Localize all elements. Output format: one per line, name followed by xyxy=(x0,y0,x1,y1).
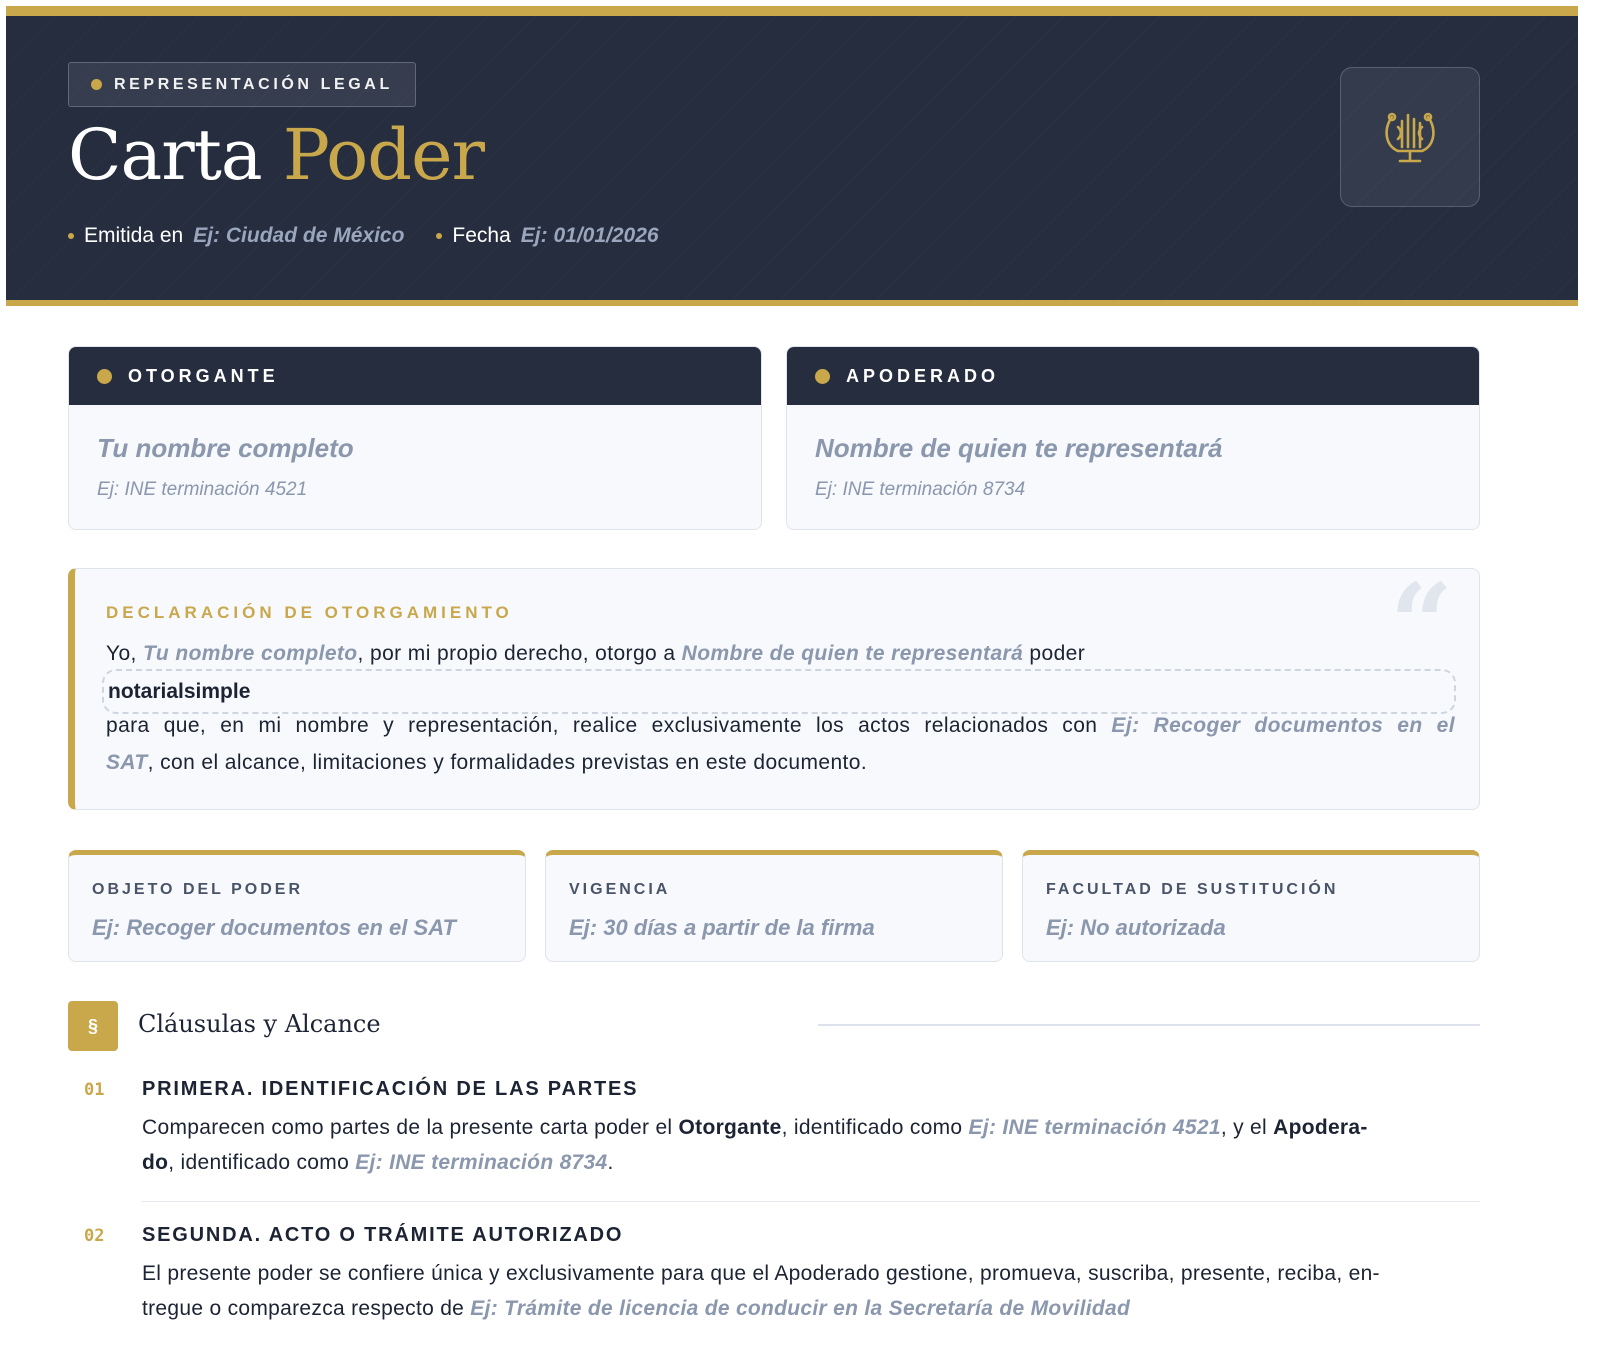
info-card-title: OBJETO DEL PODER xyxy=(92,881,303,898)
sustitucion-field[interactable]: Ej: No autorizada xyxy=(1046,915,1226,941)
document-title: Carta Poder xyxy=(68,114,485,196)
declaration-apoderado-field[interactable]: Nombre de quien te representará xyxy=(682,642,1024,665)
clause-text: tregue o comparezca respecto de xyxy=(142,1297,465,1320)
document-type-badge: REPRESENTACIÓN LEGAL xyxy=(68,62,416,107)
clause-otorgante-id-field[interactable]: Ej: INE terminación 4521 xyxy=(969,1116,1221,1139)
clause-title: PRIMERA. IDENTIFICACIÓN DE LAS PARTES xyxy=(142,1078,639,1100)
info-card-sustitucion: FACULTAD DE SUSTITUCIÓN Ej: No autorizad… xyxy=(1022,850,1480,962)
otorgante-card: OTORGANTE Tu nombre completo Ej: INE ter… xyxy=(68,346,762,530)
badge-dot-icon xyxy=(91,79,102,90)
clause-body: El presente poder se confiere única y ex… xyxy=(142,1256,1480,1326)
clause-text: , y el xyxy=(1220,1116,1267,1139)
declaration-object-field-cont[interactable]: SAT xyxy=(106,751,148,774)
bullet-icon xyxy=(436,233,443,239)
clause-number: 02 xyxy=(84,1226,105,1246)
apoderado-id-field[interactable]: Ej: INE terminación 8734 xyxy=(815,479,1025,501)
clause-tramite-field[interactable]: Ej: Trámite de licencia de conducir en l… xyxy=(470,1297,1130,1320)
date-label: Fecha xyxy=(452,224,511,247)
info-card-title: VIGENCIA xyxy=(569,881,671,898)
issued-place-field[interactable]: Ej: Ciudad de México xyxy=(193,224,404,248)
declaration-otorgante-field[interactable]: Tu nombre completo xyxy=(143,642,358,665)
dot-icon xyxy=(97,368,112,384)
carta-poder-document: REPRESENTACIÓN LEGAL Carta Poder Emitida… xyxy=(6,6,1578,1346)
apoderado-label: APODERADO xyxy=(846,365,1000,386)
title-part-1: Carta xyxy=(68,114,263,196)
objeto-field[interactable]: Ej: Recoger documentos en el SAT xyxy=(92,915,456,941)
badge-label: REPRESENTACIÓN LEGAL xyxy=(114,75,393,93)
section-title: Cláusulas y Alcance xyxy=(138,1010,381,1038)
issued-place: Emitida en Ej: Ciudad de México xyxy=(68,224,404,248)
clause-bold-text: Otorgante xyxy=(678,1116,782,1139)
declaration-title: DECLARACIÓN DE OTORGAMIENTO xyxy=(106,603,513,622)
clause-text: El presente poder se confiere única y ex… xyxy=(142,1262,1380,1285)
clause-bold-text: do xyxy=(142,1151,169,1174)
otorgante-label: OTORGANTE xyxy=(128,365,279,386)
issue-date: Fecha Ej: 01/01/2026 xyxy=(436,224,659,248)
info-card-objeto: OBJETO DEL PODER Ej: Recoger documentos … xyxy=(68,850,526,962)
declaration-line-3: para que, en mi nombre y representación,… xyxy=(106,714,1455,738)
clause-text: , identificado como xyxy=(781,1116,963,1139)
declaration-line-4: SAT, con el alcance, limitaciones y form… xyxy=(106,751,1455,775)
document-meta: Emitida en Ej: Ciudad de México Fecha Ej… xyxy=(68,224,691,248)
declaration-text: para que, en mi nombre y representación,… xyxy=(106,714,1098,737)
clause-title: SEGUNDA. ACTO O TRÁMITE AUTORIZADO xyxy=(142,1224,624,1246)
clause-apoderado-id-field[interactable]: Ej: INE terminación 8734 xyxy=(355,1151,607,1174)
date-field[interactable]: Ej: 01/01/2026 xyxy=(521,224,659,248)
section-icon: § xyxy=(68,1001,118,1051)
otorgante-id-field[interactable]: Ej: INE terminación 4521 xyxy=(97,479,307,501)
apoderado-name-field[interactable]: Nombre de quien te representará xyxy=(815,433,1222,464)
declaration-text: , con el alcance, limitaciones y formali… xyxy=(147,751,868,774)
clause-body: Comparecen como partes de la presente ca… xyxy=(142,1110,1480,1180)
vigencia-field[interactable]: Ej: 30 días a partir de la firma xyxy=(569,915,875,941)
dot-icon xyxy=(815,368,830,384)
apoderado-card-header: APODERADO xyxy=(787,347,1479,405)
clause-text: . xyxy=(607,1151,614,1174)
power-type-field[interactable]: notarialsimple xyxy=(102,669,1456,714)
title-part-2: Poder xyxy=(282,114,485,196)
clause-text: , identificado como xyxy=(168,1151,350,1174)
issued-label: Emitida en xyxy=(84,224,184,247)
apoderado-card: APODERADO Nombre de quien te representar… xyxy=(786,346,1480,530)
clause-bold-text: Apodera- xyxy=(1273,1116,1368,1139)
section-divider xyxy=(818,1024,1480,1026)
otorgante-name-field[interactable]: Tu nombre completo xyxy=(97,433,354,464)
info-card-title: FACULTAD DE SUSTITUCIÓN xyxy=(1046,881,1339,898)
clause-divider xyxy=(142,1201,1480,1202)
declaration-object-field[interactable]: Ej: Recoger documentos en el xyxy=(1111,714,1455,737)
declaration-text: , por mi propio derecho, otorgo a xyxy=(357,642,676,665)
declaration-text: poder xyxy=(1029,642,1086,665)
declaration-text: Yo, xyxy=(106,642,137,665)
clause-number: 01 xyxy=(84,1080,105,1100)
power-type-value: notarialsimple xyxy=(108,679,251,703)
bullet-icon xyxy=(68,233,74,239)
otorgante-card-header: OTORGANTE xyxy=(69,347,761,405)
declaration-line-1: Yo, Tu nombre completo, por mi propio de… xyxy=(106,642,1455,666)
clause-text: Comparecen como partes de la presente ca… xyxy=(142,1116,673,1139)
document-header: REPRESENTACIÓN LEGAL Carta Poder Emitida… xyxy=(6,6,1578,306)
info-card-vigencia: VIGENCIA Ej: 30 días a partir de la firm… xyxy=(545,850,1003,962)
lyre-icon xyxy=(1340,67,1480,207)
declaration-box: DECLARACIÓN DE OTORGAMIENTO “ Yo, Tu nom… xyxy=(68,568,1480,810)
